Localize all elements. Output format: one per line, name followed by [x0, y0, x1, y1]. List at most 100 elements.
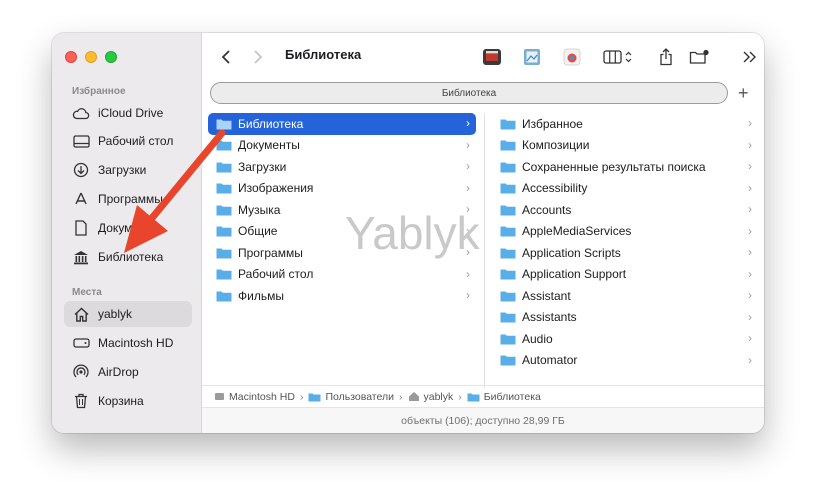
breadcrumb-item[interactable]: Библиотека: [467, 391, 541, 403]
list-item-label: Рабочий стол: [238, 267, 314, 282]
list-item[interactable]: Application Support ›: [492, 264, 758, 286]
chevron-right-icon: ›: [748, 223, 752, 238]
disk-icon: [72, 334, 90, 352]
sidebar-item-trash[interactable]: Корзина: [64, 388, 192, 414]
folder-icon: [500, 334, 516, 345]
breadcrumb-separator: ›: [399, 390, 403, 403]
path-bar-label: Библиотека: [441, 87, 497, 99]
sidebar-item-label: AirDrop: [98, 365, 139, 379]
list-item[interactable]: Accounts ›: [492, 199, 758, 221]
list-item[interactable]: Фильмы ›: [208, 285, 476, 307]
close-window-button[interactable]: [65, 51, 77, 63]
list-item[interactable]: Загрузки ›: [208, 156, 476, 178]
back-button[interactable]: [218, 46, 234, 68]
sidebar-section-favorites: Избранное: [72, 86, 126, 97]
chevron-right-icon: ›: [466, 266, 470, 281]
chevron-left-icon: [221, 50, 230, 64]
zoom-window-button[interactable]: [105, 51, 117, 63]
folder-icon: [467, 393, 480, 401]
folder-icon: [216, 119, 232, 130]
chevron-right-icon: ›: [466, 288, 470, 302]
folder-icon: [216, 248, 232, 259]
sidebar-item-label: Загрузки: [98, 163, 147, 177]
status-text: объекты (106); доступно 28,99 ГБ: [401, 414, 565, 427]
breadcrumb-label: Пользователи: [325, 390, 394, 403]
sidebar-item-home[interactable]: yablyk: [64, 301, 192, 327]
add-tab-button[interactable]: +: [738, 83, 749, 103]
list-item-label: Музыка: [238, 202, 281, 217]
list-item[interactable]: Изображения ›: [208, 178, 476, 200]
window-title: Библиотека: [285, 47, 362, 62]
app-shortcut-button[interactable]: [560, 46, 584, 68]
folder-icon: [500, 269, 516, 280]
folder-icon: [216, 183, 232, 194]
chevron-right-icon: ›: [466, 202, 470, 216]
status-bar: объекты (106); доступно 28,99 ГБ: [202, 407, 764, 433]
list-item[interactable]: Документы ›: [208, 135, 476, 157]
sidebar-item-downloads[interactable]: Загрузки: [64, 157, 192, 183]
chevron-right-icon: ›: [748, 309, 752, 324]
sidebar-item-airdrop[interactable]: AirDrop: [64, 359, 192, 385]
list-item[interactable]: Общие ›: [208, 221, 476, 243]
breadcrumb-item[interactable]: Пользователи: [308, 391, 394, 403]
sidebar-item-desktop[interactable]: Рабочий стол: [64, 128, 192, 154]
column-home: Библиотека › Документы › Загрузки › Изображени…: [208, 113, 476, 388]
list-item[interactable]: Accessibility ›: [492, 178, 758, 200]
list-item[interactable]: Сохраненные результаты поиска ›: [492, 156, 758, 178]
sidebar-item-label: Программы: [98, 192, 163, 206]
list-item[interactable]: Рабочий стол ›: [208, 264, 476, 286]
desktop-icon: [72, 132, 90, 150]
app-shortcut-button[interactable]: [520, 46, 544, 68]
sidebar-item-macintosh-hd[interactable]: Macintosh HD: [64, 330, 192, 356]
folder-icon: [216, 140, 232, 151]
sidebar-item-icloud-drive[interactable]: iCloud Drive: [64, 100, 192, 126]
list-item-label: Assistant: [522, 288, 571, 303]
chevron-right-icon: ›: [466, 245, 470, 259]
share-button[interactable]: [657, 46, 675, 68]
sidebar-item-applications[interactable]: Программы: [64, 186, 192, 212]
chevron-right-icon: ›: [748, 266, 752, 281]
path-bar[interactable]: Библиотека: [210, 82, 728, 104]
breadcrumb-item[interactable]: yablyk: [408, 390, 454, 403]
list-item[interactable]: Библиотека ›: [208, 113, 476, 135]
folder-icon: [308, 393, 321, 401]
list-item[interactable]: Композиции ›: [492, 135, 758, 157]
folder-icon: [500, 312, 516, 323]
folder-icon: [500, 140, 516, 151]
sidebar-item-library[interactable]: Библиотека: [64, 244, 192, 270]
minimize-window-button[interactable]: [85, 51, 97, 63]
list-item-label: Композиции: [522, 138, 590, 153]
list-item[interactable]: Audio ›: [492, 328, 758, 350]
list-item-label: Изображения: [238, 181, 314, 196]
list-item[interactable]: Программы ›: [208, 242, 476, 264]
new-folder-button[interactable]: [688, 46, 712, 68]
chevron-right-icon: ›: [466, 116, 470, 130]
list-item[interactable]: Assistants ›: [492, 307, 758, 329]
list-item-label: AppleMediaServices: [522, 224, 632, 239]
list-item[interactable]: Музыка ›: [208, 199, 476, 221]
sidebar-item-documents[interactable]: Документы: [64, 215, 192, 241]
list-item[interactable]: Assistant ›: [492, 285, 758, 307]
list-item[interactable]: Application Scripts ›: [492, 242, 758, 264]
more-toolbar-button[interactable]: [740, 46, 760, 68]
view-mode-button[interactable]: [600, 46, 636, 68]
app-shortcut-button[interactable]: [480, 46, 504, 68]
document-icon: [72, 219, 90, 237]
list-item-label: Assistants: [522, 310, 577, 325]
list-item[interactable]: Automator ›: [492, 350, 758, 372]
chevron-right-icon: ›: [748, 331, 752, 345]
list-item[interactable]: AppleMediaServices ›: [492, 221, 758, 243]
folder-icon: [500, 291, 516, 302]
folder-icon: [500, 119, 516, 130]
list-item-label: Загрузки: [238, 159, 287, 174]
breadcrumb-item[interactable]: Macintosh HD: [214, 391, 295, 403]
list-item[interactable]: Избранное ›: [492, 113, 758, 135]
breadcrumb-label: yablyk: [423, 390, 454, 403]
breadcrumb-separator: ›: [299, 390, 304, 403]
trash-icon: [72, 392, 90, 410]
sidebar-item-label: Документы: [98, 221, 160, 235]
sidebar-section-places: Места: [72, 287, 102, 298]
list-item-label: Документы: [238, 138, 300, 153]
column-divider[interactable]: [484, 113, 485, 388]
forward-button[interactable]: [250, 46, 266, 68]
